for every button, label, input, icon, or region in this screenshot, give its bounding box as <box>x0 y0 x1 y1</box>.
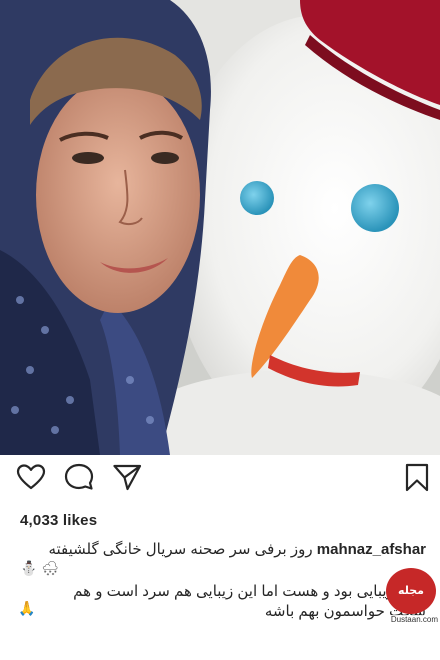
share-icon <box>113 464 142 491</box>
share-button[interactable] <box>112 462 142 492</box>
post-photo[interactable] <box>0 0 440 455</box>
caption-first-line: mahnaz_afshar روز برفی سر صحنه سریال خان… <box>48 540 426 558</box>
comment-icon <box>64 463 94 490</box>
caption-emojis: ⛄ 🌨 <box>20 560 60 576</box>
pray-emoji: 🙏 <box>18 600 36 616</box>
watermark-site: Dustaan.com <box>390 615 438 624</box>
watermark-logo-text: مجله دوستان <box>386 568 436 643</box>
caption-title: روز برفی سر صحنه سریال خانگی گلشیفته <box>48 541 313 558</box>
comment-button[interactable] <box>64 462 94 492</box>
photo-illustration <box>0 0 440 455</box>
post-actions-bar <box>0 462 440 502</box>
save-button[interactable] <box>402 462 432 492</box>
watermark-logo: مجله دوستان Dustaan.com <box>378 568 440 643</box>
heart-icon <box>16 464 46 490</box>
username-link[interactable]: mahnaz_afshar <box>317 541 426 558</box>
like-button[interactable] <box>16 462 46 492</box>
likes-count[interactable]: 4,033 likes <box>20 512 97 529</box>
caption-text-line-1: برف زیبایی بود و هست اما این زیبایی هم س… <box>73 583 426 600</box>
bookmark-icon <box>405 463 429 492</box>
